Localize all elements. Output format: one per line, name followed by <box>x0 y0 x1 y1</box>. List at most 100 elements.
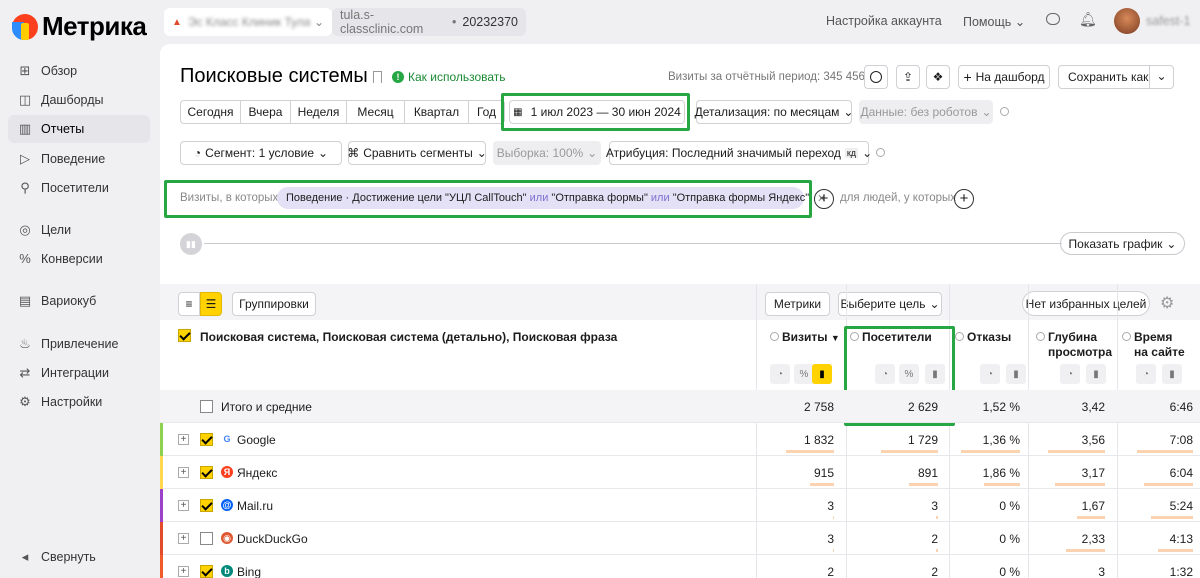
expand-icon[interactable]: + <box>178 533 189 544</box>
share-icon: ❖ <box>932 70 944 84</box>
avatar[interactable] <box>1114 8 1140 34</box>
chat-icon[interactable] <box>1046 13 1060 25</box>
duckduckgo-icon: ◉ <box>221 532 233 544</box>
favorite-goals-button[interactable]: Нет избранных целей <box>1022 291 1150 316</box>
bar-chart-icon[interactable]: ▮ <box>812 364 832 384</box>
pie-chart-icon[interactable]: ◔ <box>770 364 790 384</box>
help-menu[interactable]: Помощь ⌄ <box>963 14 1025 29</box>
period-3[interactable]: Месяц <box>347 100 405 124</box>
table-row: + b Bing 2 2 0 % 3 1:32 <box>160 555 1200 578</box>
sidebar-item-10[interactable]: ⚙ Настройки <box>8 388 150 416</box>
percent-icon: % <box>19 251 31 266</box>
sidebar-item-5[interactable]: ◎ Цели <box>8 216 150 244</box>
percent-icon[interactable]: ◔ <box>1060 364 1080 384</box>
row-name[interactable]: Google <box>237 433 276 447</box>
collapse-sidebar-button[interactable]: ◂ Свернуть <box>8 543 150 571</box>
sample-select[interactable]: Выборка: 100% ⌄ <box>493 141 601 165</box>
save-as-button[interactable]: Сохранить как ⌄ <box>1058 65 1174 89</box>
sidebar-item-9[interactable]: ⇄ Интеграции <box>8 359 150 387</box>
compare-icon: ⌘ <box>347 146 360 160</box>
sidebar-item-1[interactable]: ◫ Дашборды <box>8 86 150 114</box>
groupings-button[interactable]: Группировки <box>232 292 316 316</box>
row-name[interactable]: Bing <box>237 565 261 578</box>
value-bar <box>810 483 834 486</box>
row-checkbox[interactable] <box>200 466 213 479</box>
totals-checkbox[interactable] <box>200 400 213 413</box>
show-chart-button[interactable]: Показать график ⌄ <box>1060 232 1185 255</box>
bell-icon[interactable]: 🔔︎ <box>1079 11 1097 28</box>
period-4[interactable]: Квартал <box>405 100 469 124</box>
help-icon <box>1122 332 1131 341</box>
period-5[interactable]: Год <box>469 100 505 124</box>
column-header-4[interactable]: Время на сайте <box>1122 330 1185 360</box>
counter-selector[interactable]: ▲ Эс Класс Клиник Тула ⌄ <box>164 8 332 36</box>
period-0[interactable]: Сегодня <box>180 100 241 124</box>
value-bar <box>936 549 938 552</box>
sidebar-item-6[interactable]: % Конверсии <box>8 245 150 273</box>
robots-select[interactable]: Данные: без роботов ⌄ <box>859 100 993 124</box>
highlight-date <box>501 93 690 131</box>
sidebar-item-3[interactable]: ▷ Поведение <box>8 145 150 173</box>
column-header-2[interactable]: Отказы <box>955 330 1011 360</box>
bookmark-icon[interactable] <box>373 71 382 83</box>
attribution-select[interactable]: Атрибуция: Последний значимый переход кд ⌄ <box>606 141 872 165</box>
column-header-3[interactable]: Глубина просмотра <box>1036 330 1112 360</box>
chevron-down-icon: ⌄ <box>929 297 940 311</box>
tree-view-icon[interactable]: ☰ <box>200 292 222 316</box>
row-color-marker <box>160 489 163 522</box>
sidebar-item-2[interactable]: ▥ Отчеты <box>8 115 150 143</box>
sidebar-item-0[interactable]: ⊞ Обзор <box>8 57 150 85</box>
percent-icon[interactable]: ◔ <box>1136 364 1156 384</box>
cell-users: 3 <box>931 498 938 513</box>
select-all-checkbox[interactable] <box>178 329 191 342</box>
counter-info: tula.s-classclinic.com • 20232370 <box>332 8 526 36</box>
row-checkbox[interactable] <box>200 433 213 446</box>
how-to-link[interactable]: ! Как использовать <box>392 70 506 84</box>
row-checkbox[interactable] <box>200 565 213 578</box>
row-name[interactable]: Яндекс <box>237 466 277 480</box>
share-button[interactable]: ❖ <box>926 65 950 89</box>
row-checkbox[interactable] <box>200 532 213 545</box>
choose-goal-button[interactable]: Выберите цель ⌄ <box>838 292 942 316</box>
percent-icon[interactable]: ◔ <box>980 364 1000 384</box>
sidebar-item-8[interactable]: ♨ Привлечение <box>8 330 150 358</box>
bar-chart-icon[interactable]: ▮ <box>1162 364 1182 384</box>
list-view-icon[interactable]: ≡ <box>178 292 200 316</box>
bar-chart-icon[interactable]: ▮ <box>1086 364 1106 384</box>
cell-visits: 3 <box>827 498 834 513</box>
row-name[interactable]: Mail.ru <box>237 499 273 513</box>
expand-icon[interactable]: + <box>178 566 189 577</box>
row-checkbox[interactable] <box>200 499 213 512</box>
column-header-0[interactable]: Визиты ▼ <box>770 330 840 361</box>
warning-icon: ▲ <box>172 16 182 28</box>
google-icon: G <box>223 434 231 444</box>
value-bar <box>786 450 834 453</box>
percent-icon[interactable]: % <box>794 364 814 384</box>
period-1[interactable]: Вчера <box>241 100 291 124</box>
account-settings-link[interactable]: Настройка аккаунта <box>826 14 942 28</box>
help-icon[interactable] <box>1000 107 1009 116</box>
add-people-condition-button[interactable]: + <box>954 189 974 209</box>
add-condition-button[interactable]: + <box>814 189 834 209</box>
bar-chart-icon[interactable]: ▮ <box>1006 364 1026 384</box>
export-button[interactable]: ⇪ <box>896 65 920 89</box>
sidebar-item-4[interactable]: ⚲ Посетители <box>8 174 150 202</box>
history-button[interactable] <box>864 65 888 89</box>
to-dashboard-button[interactable]: + На дашборд <box>958 65 1050 89</box>
expand-icon[interactable]: + <box>178 500 189 511</box>
sidebar-item-7[interactable]: ▤ Вариокуб <box>8 287 150 315</box>
metrika-logo[interactable]: Метрика <box>12 11 147 42</box>
metrics-button[interactable]: Метрики <box>765 292 830 316</box>
gear-icon[interactable]: ⚙ <box>1160 293 1174 313</box>
row-name[interactable]: DuckDuckGo <box>237 532 308 546</box>
help-icon[interactable] <box>876 148 885 157</box>
detail-select[interactable]: Детализация: по месяцам ⌄ <box>695 100 853 124</box>
segment-select[interactable]: ◔ Сегмент: 1 условие ⌄ <box>180 141 342 165</box>
compare-segments-select[interactable]: ⌘ Сравнить сегменты ⌄ <box>347 141 487 165</box>
expand-icon[interactable]: + <box>178 434 189 445</box>
period-2[interactable]: Неделя <box>291 100 347 124</box>
chart-icon: ▮▮ <box>180 233 202 255</box>
expand-icon[interactable]: + <box>178 467 189 478</box>
dimensions-header[interactable]: Поисковая система, Поисковая система (де… <box>200 330 617 345</box>
value-bar <box>1066 549 1105 552</box>
